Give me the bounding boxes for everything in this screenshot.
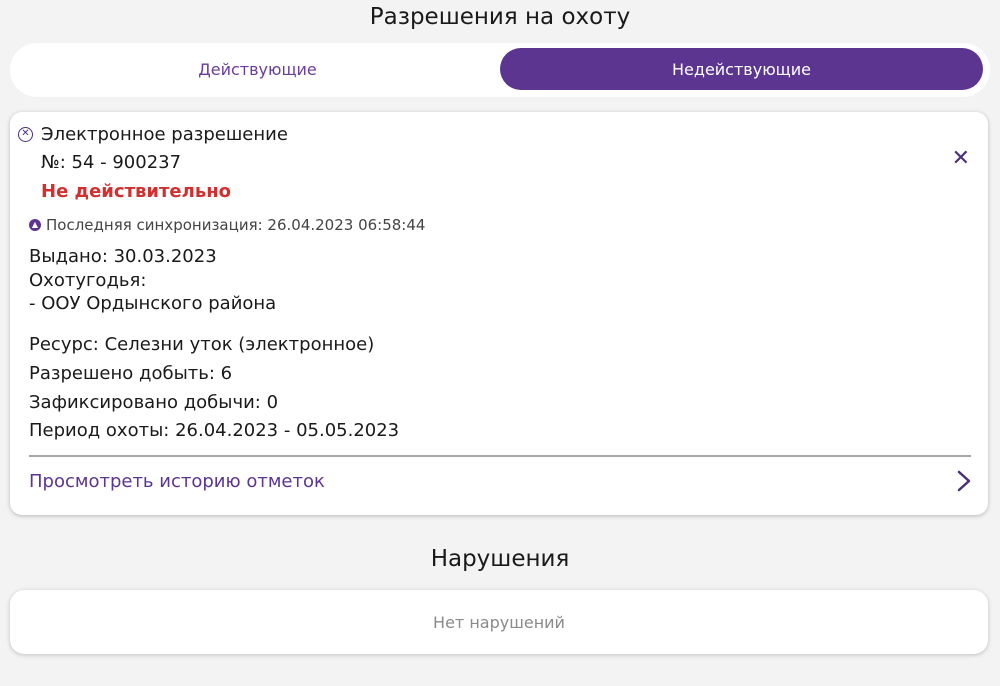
issued-date: Выдано: 30.03.2023 bbox=[29, 246, 217, 267]
tab-inactive-permits[interactable]: Недействующие bbox=[500, 48, 983, 90]
permit-status-tabs: Действующие Недействующие bbox=[10, 43, 990, 97]
chevron-right-icon[interactable] bbox=[954, 469, 974, 493]
status-badge: Не действительно bbox=[41, 181, 232, 202]
grounds-label: Охотугодья: bbox=[29, 270, 147, 291]
permit-number: №: 54 - 900237 bbox=[41, 152, 182, 173]
close-icon[interactable]: ✕ bbox=[952, 146, 970, 171]
permit-type: Электронное разрешение bbox=[41, 124, 288, 145]
sync-text: Последняя синхронизация: 26.04.2023 06:5… bbox=[46, 216, 426, 234]
history-link[interactable]: Просмотреть историю отметок bbox=[29, 471, 325, 492]
hunting-period: Период охоты: 26.04.2023 - 05.05.2023 bbox=[29, 420, 400, 441]
page-title: Разрешения на охоту bbox=[369, 4, 631, 30]
cancel-circle-icon: ✕ bbox=[18, 127, 33, 142]
upload-circle-icon: ▲ bbox=[29, 219, 41, 231]
grounds-value: - ООУ Ордынского района bbox=[29, 293, 277, 314]
allowed-count: Разрешено добыть: 6 bbox=[29, 363, 233, 384]
violations-title: Нарушения bbox=[430, 546, 570, 572]
violations-card: Нет нарушений bbox=[10, 590, 988, 654]
permit-card: ✕ Электронное разрешение №: 54 - 900237 … bbox=[10, 112, 988, 515]
resource: Ресурс: Селезни уток (электронное) bbox=[29, 334, 375, 355]
tab-active-permits[interactable]: Действующие bbox=[16, 48, 499, 90]
violations-empty-text: Нет нарушений bbox=[433, 612, 565, 632]
divider bbox=[29, 455, 971, 457]
sync-info: ▲ Последняя синхронизация: 26.04.2023 06… bbox=[29, 216, 425, 234]
recorded-count: Зафиксировано добычи: 0 bbox=[29, 392, 279, 413]
